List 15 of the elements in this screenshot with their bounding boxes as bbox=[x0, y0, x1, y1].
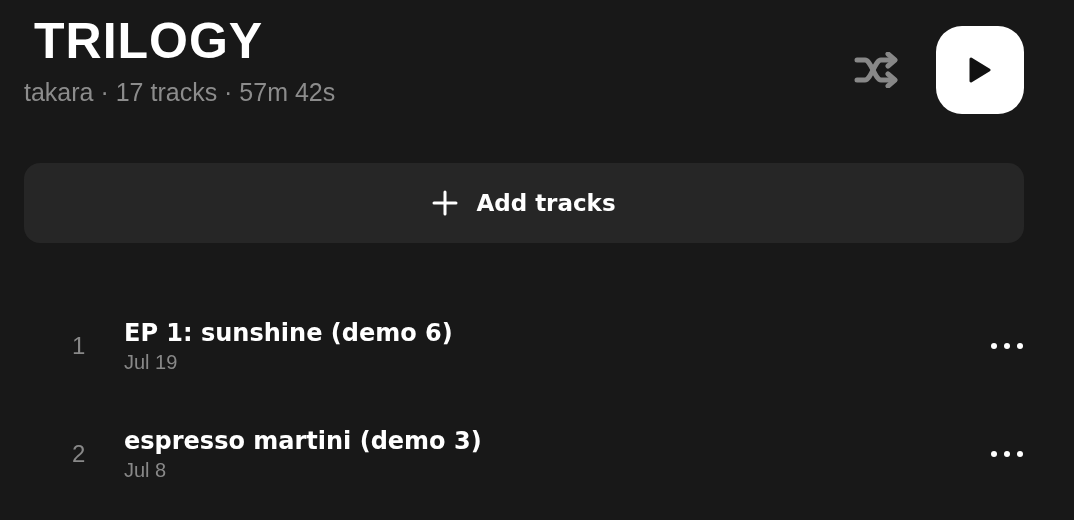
shuffle-icon[interactable] bbox=[854, 52, 900, 88]
track-title[interactable]: EP 1: sunshine (demo 6) bbox=[124, 318, 453, 347]
track-number: 1 bbox=[71, 332, 87, 360]
more-icon[interactable] bbox=[991, 343, 1023, 349]
more-icon[interactable] bbox=[991, 451, 1023, 457]
track-number: 2 bbox=[71, 440, 87, 468]
plus-icon bbox=[432, 190, 459, 216]
track-title[interactable]: espresso martini (demo 3) bbox=[124, 426, 482, 455]
playlist-title: TRILOGY bbox=[34, 12, 265, 71]
track-date: Jul 19 bbox=[124, 350, 178, 374]
playlist-info: takara · 17 tracks · 57m 42s bbox=[24, 77, 336, 108]
play-icon bbox=[969, 57, 991, 83]
play-button[interactable] bbox=[936, 26, 1024, 114]
track-date: Jul 8 bbox=[124, 458, 167, 482]
add-tracks-button[interactable]: Add tracks bbox=[24, 163, 1024, 243]
